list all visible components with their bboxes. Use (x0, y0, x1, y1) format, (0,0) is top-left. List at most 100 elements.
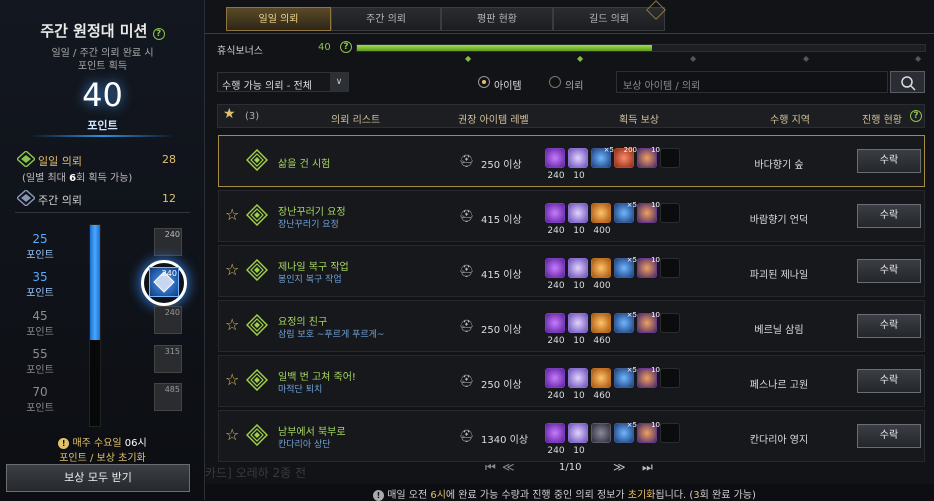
milestone-45-value: 45 (32, 309, 48, 323)
quest-row[interactable]: ☆ 일백 번 고쳐 죽어! 마적단 퇴치 ⛑ 250 이상 240 10 460 ×5 10 페스나… (218, 355, 925, 407)
page-last-button[interactable]: ⏭ (642, 460, 653, 475)
star-filter-icon[interactable]: ★ (223, 106, 236, 122)
tab-daily[interactable]: 일일 의뢰 (226, 7, 331, 31)
quest-filter-select[interactable]: 수행 가능 의뢰 - 전체 ∨ (217, 72, 349, 92)
progress-help-icon[interactable]: ? (910, 110, 922, 122)
tab-reputation[interactable]: 평판 현황 (441, 7, 553, 31)
accept-button[interactable]: 수락 (857, 424, 921, 448)
reward-gun-icon[interactable] (591, 423, 611, 443)
reward-crystal-icon[interactable]: 10 (568, 423, 588, 456)
reward-feather-icon[interactable]: 10 (637, 256, 660, 278)
quest-row[interactable]: ☆ 남부에서 북부로 칸다리아 상단 ⛑ 1340 이상 240 10 ×5 10 칸다리아 영지… (218, 410, 925, 462)
radio-item[interactable] (478, 76, 490, 88)
reward-blue-icon[interactable]: ×5 (614, 311, 637, 333)
reward-empty-icon[interactable] (660, 148, 680, 168)
reward-feather-icon[interactable]: 10 (637, 366, 660, 388)
accept-button[interactable]: 수락 (857, 149, 921, 173)
accept-button[interactable]: 수락 (857, 259, 921, 283)
quest-title: 제나일 복구 작업 (278, 262, 349, 273)
quest-row[interactable]: ☆ 장난꾸러기 요정 장난꾸러기 요정 ⛑ 415 이상 240 10 400 ×5 10 바람향기… (218, 190, 925, 242)
favorite-star-icon[interactable]: ☆ (225, 260, 239, 279)
footer-end: 회 완료 가능) (699, 490, 756, 501)
milestone-reward-70[interactable]: 485 (154, 383, 182, 411)
reward-empty-icon[interactable] (660, 423, 680, 443)
search-input[interactable]: 보상 아이템 / 의뢰 (616, 71, 888, 93)
weekly-mission-title-text: 주간 원정대 미션 (40, 22, 148, 40)
reward-crystal-icon[interactable]: 10 (568, 258, 588, 291)
reward-purple-icon[interactable]: 240 (545, 258, 565, 291)
reward-blue-icon[interactable]: ×5 (614, 366, 637, 388)
page-next-button[interactable]: ≫ (613, 460, 626, 474)
reward-empty-icon[interactable] (660, 203, 680, 223)
reward-feather-icon[interactable]: 10 (637, 311, 660, 333)
rest-marker-4-icon: ◆ (803, 54, 810, 63)
radio-quest[interactable] (549, 76, 561, 88)
reward-crystal-icon[interactable]: 10 (568, 203, 588, 236)
milestone-progress-track (89, 224, 101, 427)
background-chat-text: 카드] 오레하 2종 전 (205, 466, 307, 480)
reward-empty-icon[interactable] (660, 368, 680, 388)
reward-amber-icon[interactable]: 460 (591, 313, 611, 346)
quest-title: 삶을 건 시험 (278, 159, 331, 170)
reward-feather-icon[interactable]: 10 (637, 201, 660, 223)
helmet-icon: ⛑ (459, 374, 475, 388)
quest-subtitle: 장난꾸러기 요정 (278, 220, 339, 230)
rest-bonus-help-icon[interactable]: ? (340, 41, 352, 53)
milestone-35-label: 포인트 (26, 288, 54, 299)
quest-row[interactable]: ☆ 요정의 친구 삼림 보호 ~푸르게 푸르게~ ⛑ 250 이상 240 10 460 ×5 1… (218, 300, 925, 352)
quest-row[interactable]: ☆ 제나일 복구 작업 봉인지 복구 작업 ⛑ 415 이상 240 10 400 ×5 10 파괴… (218, 245, 925, 297)
favorite-star-icon[interactable]: ☆ (225, 370, 239, 389)
weekly-mission-title: 주간 원정대 미션 ? (0, 20, 205, 41)
favorite-star-icon[interactable]: ☆ (225, 205, 239, 224)
favorite-star-icon[interactable]: ☆ (225, 315, 239, 334)
search-button[interactable] (890, 71, 925, 93)
accept-button[interactable]: 수락 (857, 369, 921, 393)
tab-weekly[interactable]: 주간 의뢰 (331, 7, 441, 31)
claim-all-button[interactable]: 보상 모두 받기 (6, 464, 190, 492)
quest-row[interactable]: 삶을 건 시험 ⛑ 250 이상 240 10 ×5 200 10 바다향기 숲 수락 (218, 135, 925, 187)
daily-quest-value: 28 (162, 153, 176, 166)
milestone-reward-35[interactable]: 240 (149, 267, 179, 297)
reward-purple-icon[interactable]: 240 (545, 313, 565, 346)
reward-purple-icon[interactable]: 240 (545, 203, 565, 236)
favorite-star-icon[interactable]: ☆ (225, 425, 239, 444)
reward-blue-icon[interactable]: ×5 (591, 146, 614, 168)
reward-sup: ×5 (626, 256, 637, 264)
milestone-reward-25-count: 240 (164, 230, 180, 239)
reward-orn-icon[interactable]: 200 (614, 146, 637, 168)
reward-purple-icon[interactable]: 240 (545, 368, 565, 401)
quest-subtitle: 삼림 보호 ~푸르게 푸르게~ (278, 330, 385, 340)
reward-purple-icon[interactable]: 240 (545, 148, 565, 181)
accept-button[interactable]: 수락 (857, 204, 921, 228)
reward-blue-icon[interactable]: ×5 (614, 421, 637, 443)
reward-empty-icon[interactable] (660, 258, 680, 278)
reward-crystal-icon[interactable]: 10 (568, 148, 588, 181)
reward-sup: 10 (651, 311, 660, 319)
reward-empty-icon[interactable] (660, 313, 680, 333)
quest-item-level: 415 이상 (481, 215, 522, 226)
reward-amber-icon[interactable]: 460 (591, 368, 611, 401)
quest-title: 일백 번 고쳐 죽어! (278, 372, 356, 383)
milestone-25-value: 25 (32, 232, 48, 246)
accept-button[interactable]: 수락 (857, 314, 921, 338)
chevron-down-icon[interactable]: ∨ (330, 73, 348, 91)
reward-amber-icon[interactable]: 400 (591, 258, 611, 291)
page-prev-button[interactable]: ≪ (502, 460, 515, 474)
reward-blue-icon[interactable]: ×5 (614, 201, 637, 223)
reward-sup: 10 (651, 201, 660, 209)
reward-blue-icon[interactable]: ×5 (614, 256, 637, 278)
milestone-reward-25[interactable]: 240 (154, 228, 182, 256)
reward-feather-icon[interactable]: 10 (637, 421, 660, 443)
reward-crystal-icon[interactable]: 10 (568, 368, 588, 401)
reward-crystal-icon[interactable]: 10 (568, 313, 588, 346)
quest-item-level: 250 이상 (481, 380, 522, 391)
milestone-reward-45[interactable]: 240 (154, 306, 182, 334)
weekly-mission-panel: 주간 원정대 미션 ? 일일 / 주간 의뢰 완료 시 포인트 획득 40 포인… (0, 0, 205, 500)
help-icon[interactable]: ? (152, 28, 165, 40)
reward-amber-icon[interactable]: 400 (591, 203, 611, 236)
reward-feather-icon[interactable]: 10 (637, 146, 660, 168)
milestone-reward-55[interactable]: 315 (154, 345, 182, 373)
reward-purple-icon[interactable]: 240 (545, 423, 565, 456)
footer-suffix: 됩니다. ( (655, 490, 694, 501)
page-first-button[interactable]: ⏮ (485, 460, 496, 475)
